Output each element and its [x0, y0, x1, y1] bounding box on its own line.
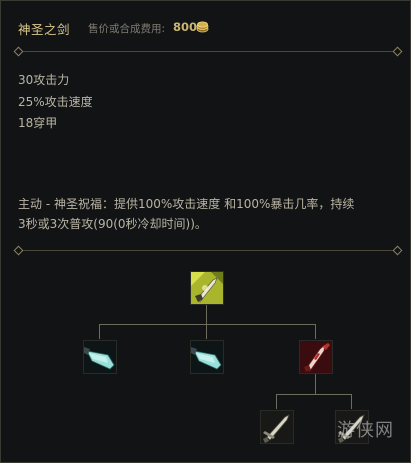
crimson-dagger-icon [300, 341, 332, 373]
recipe-root-item[interactable] [190, 271, 224, 305]
watermark: 游侠网 [337, 420, 394, 441]
recipe-component-1[interactable] [83, 340, 117, 374]
recipe-component-3[interactable] [299, 340, 333, 374]
recipe-subcomponent-1[interactable] [260, 410, 294, 444]
cyan-blade-icon [191, 341, 223, 373]
recipe-component-2[interactable] [190, 340, 224, 374]
cyan-blade-icon [84, 341, 116, 373]
recipe-connectors [99, 305, 352, 409]
item-tooltip-panel: 神圣之剑 售价或合成费用: 800 30攻击力 25%攻击速度 18穿甲 主动 … [0, 0, 411, 463]
divine-sword-icon [191, 272, 223, 304]
steel-sword-icon [261, 411, 293, 443]
